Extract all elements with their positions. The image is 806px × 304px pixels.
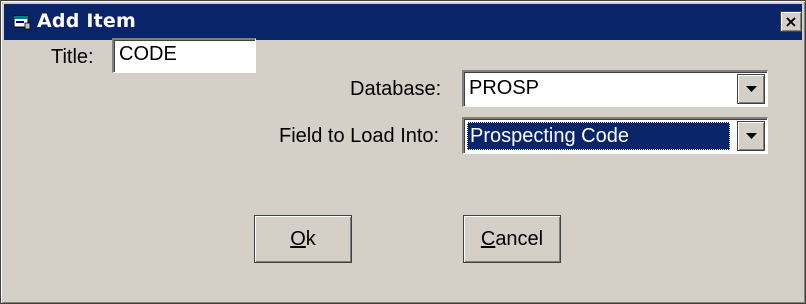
add-item-dialog: Add Item × Title: CODE Database: PROSP F… [0, 0, 806, 304]
cancel-label: ancel [495, 228, 544, 250]
title-bar[interactable]: Add Item × [4, 4, 802, 40]
cancel-mnemonic: C [480, 228, 496, 250]
field-to-load-label: Field to Load Into: [279, 125, 440, 147]
ok-label: k [305, 228, 316, 250]
chevron-down-icon [746, 133, 757, 139]
title-input-value: CODE [119, 43, 177, 65]
chevron-down-icon [746, 86, 757, 92]
field-to-load-select-value: Prospecting Code [467, 122, 730, 150]
close-icon: × [784, 12, 798, 31]
database-label: Database: [350, 78, 442, 100]
app-window-icon [13, 15, 31, 30]
close-button[interactable]: × [780, 11, 802, 32]
title-label: Title: [51, 46, 94, 68]
field-to-load-select[interactable]: Prospecting Code [462, 117, 768, 154]
ok-button[interactable]: Ok [254, 215, 352, 263]
ok-mnemonic: O [290, 228, 306, 250]
database-dropdown-button[interactable] [737, 74, 765, 104]
title-input[interactable]: CODE [112, 38, 256, 73]
dialog-title: Add Item [37, 10, 136, 32]
database-select-value: PROSP [469, 77, 540, 99]
cancel-button[interactable]: Cancel [463, 215, 561, 263]
field-dropdown-button[interactable] [737, 121, 765, 151]
database-select[interactable]: PROSP [462, 70, 768, 107]
